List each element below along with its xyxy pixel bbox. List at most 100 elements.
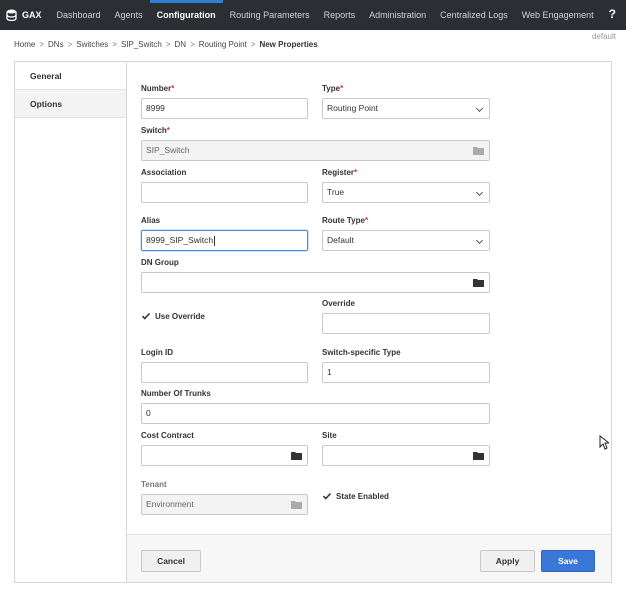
breadcrumb-home[interactable]: Home xyxy=(14,40,35,49)
login-id-field: Login ID xyxy=(141,348,308,383)
folder-icon[interactable] xyxy=(473,451,484,460)
breadcrumb-dns[interactable]: DNs xyxy=(48,40,64,49)
switch-specific-type-input[interactable]: 1 xyxy=(322,362,490,383)
type-field: Type* Routing Point xyxy=(322,84,490,119)
nav-configuration[interactable]: Configuration xyxy=(149,0,223,30)
switch-field: Switch* SIP_Switch xyxy=(141,126,490,161)
alias-field: Alias 8999_SIP_Switch xyxy=(141,216,308,251)
folder-icon xyxy=(473,147,484,155)
association-field: Association xyxy=(141,168,308,203)
breadcrumb: Home > DNs > Switches > SIP_Switch > DN > Routing … xyxy=(14,40,318,49)
route-type-select[interactable]: Default xyxy=(322,230,490,251)
breadcrumb-separator: > xyxy=(250,40,256,49)
type-select[interactable]: Routing Point xyxy=(322,98,490,119)
breadcrumb-sip-switch[interactable]: SIP_Switch xyxy=(121,40,162,49)
general-form: Number* 8999 Type* Routing Point Switch*… xyxy=(127,62,611,534)
number-of-trunks-label: Number Of Trunks xyxy=(141,389,211,398)
folder-icon xyxy=(291,501,302,509)
required-marker: * xyxy=(171,84,175,93)
nav-web-engagement[interactable]: Web Engagement xyxy=(515,0,601,30)
folder-icon[interactable] xyxy=(473,278,484,287)
association-label: Association xyxy=(141,168,187,177)
dn-group-label: DN Group xyxy=(141,258,179,267)
override-input[interactable] xyxy=(322,313,490,334)
login-id-input[interactable] xyxy=(141,362,308,383)
route-type-value: Default xyxy=(327,235,354,245)
breadcrumb-separator: > xyxy=(165,40,171,49)
breadcrumb-separator: > xyxy=(67,40,73,49)
nav-agents[interactable]: Agents xyxy=(108,0,150,30)
nav-routing-parameters[interactable]: Routing Parameters xyxy=(223,0,317,30)
route-type-field: Route Type* Default xyxy=(322,216,490,251)
association-input[interactable] xyxy=(141,182,308,203)
chevron-down-icon xyxy=(475,236,484,245)
register-value: True xyxy=(327,187,345,197)
breadcrumb-separator: > xyxy=(39,40,45,49)
cancel-button[interactable]: Cancel xyxy=(141,550,201,572)
tab-general[interactable]: General xyxy=(15,62,126,90)
database-icon xyxy=(6,9,17,21)
breadcrumb-dn[interactable]: DN xyxy=(175,40,187,49)
switch-input: SIP_Switch xyxy=(141,140,490,161)
use-override-label: Use Override xyxy=(155,311,205,321)
tab-options[interactable]: Options xyxy=(15,90,126,118)
breadcrumb-routing-point[interactable]: Routing Point xyxy=(199,40,247,49)
required-marker: * xyxy=(364,216,369,225)
folder-icon[interactable] xyxy=(291,451,302,460)
switch-specific-type-label: Switch-specific Type xyxy=(322,348,401,357)
text-cursor xyxy=(214,235,216,246)
apply-button[interactable]: Apply xyxy=(480,550,535,572)
type-label: Type xyxy=(322,84,341,93)
nav-dashboard[interactable]: Dashboard xyxy=(50,0,108,30)
required-marker: * xyxy=(354,168,358,177)
site-label: Site xyxy=(322,431,337,440)
route-type-label: Route Type xyxy=(322,216,365,225)
tenant-label: Tenant xyxy=(141,480,167,489)
number-of-trunks-field: Number Of Trunks 0 xyxy=(141,389,490,424)
type-value: Routing Point xyxy=(327,103,379,113)
site-input[interactable] xyxy=(322,445,490,466)
number-label: Number xyxy=(141,84,172,93)
breadcrumb-separator: > xyxy=(112,40,117,49)
register-select[interactable]: True xyxy=(322,182,490,203)
breadcrumb-separator: > xyxy=(190,40,195,49)
register-field: Register* True xyxy=(322,168,490,203)
register-label: Register xyxy=(322,168,355,177)
override-field: Override xyxy=(322,299,490,334)
required-marker: * xyxy=(166,126,170,135)
save-button[interactable]: Save xyxy=(541,550,595,572)
use-override-checkbox[interactable]: Use Override xyxy=(141,311,205,321)
number-input[interactable]: 8999 xyxy=(141,98,308,119)
alias-value: 8999_SIP_Switch xyxy=(146,235,214,245)
brand-logo[interactable]: GAX xyxy=(0,0,50,30)
nav-reports[interactable]: Reports xyxy=(317,0,363,30)
cost-contract-input[interactable] xyxy=(141,445,308,466)
mouse-pointer-icon xyxy=(599,435,609,450)
number-of-trunks-input[interactable]: 0 xyxy=(141,403,490,424)
required-marker: * xyxy=(340,84,344,93)
breadcrumb-current: New Properties xyxy=(259,40,318,49)
state-enabled-label: State Enabled xyxy=(336,491,389,501)
brand-name: GAX xyxy=(22,10,42,20)
nav-centralized-logs[interactable]: Centralized Logs xyxy=(433,0,515,30)
form-footer: Cancel Apply Save xyxy=(127,534,611,582)
checkmark-icon xyxy=(322,492,332,500)
chevron-down-icon xyxy=(475,104,484,113)
login-id-label: Login ID xyxy=(141,348,173,357)
cost-contract-field: Cost Contract xyxy=(141,431,308,466)
override-label: Override xyxy=(322,299,355,308)
tenant-value: Environment xyxy=(146,499,194,509)
help-icon[interactable]: ? xyxy=(609,7,616,21)
switch-specific-type-field: Switch-specific Type 1 xyxy=(322,348,490,383)
state-enabled-checkbox[interactable]: State Enabled xyxy=(322,491,389,501)
section-tabs: General Options xyxy=(15,62,127,582)
cost-contract-label: Cost Contract xyxy=(141,431,194,440)
dn-group-input[interactable] xyxy=(141,272,490,293)
properties-panel: General Options Number* 8999 Type* Routi… xyxy=(14,61,612,583)
tenant-input: Environment xyxy=(141,494,308,515)
site-field: Site xyxy=(322,431,490,466)
breadcrumb-switches[interactable]: Switches xyxy=(76,40,108,49)
nav-administration[interactable]: Administration xyxy=(362,0,433,30)
alias-input[interactable]: 8999_SIP_Switch xyxy=(141,230,308,251)
number-field: Number* 8999 xyxy=(141,84,308,119)
